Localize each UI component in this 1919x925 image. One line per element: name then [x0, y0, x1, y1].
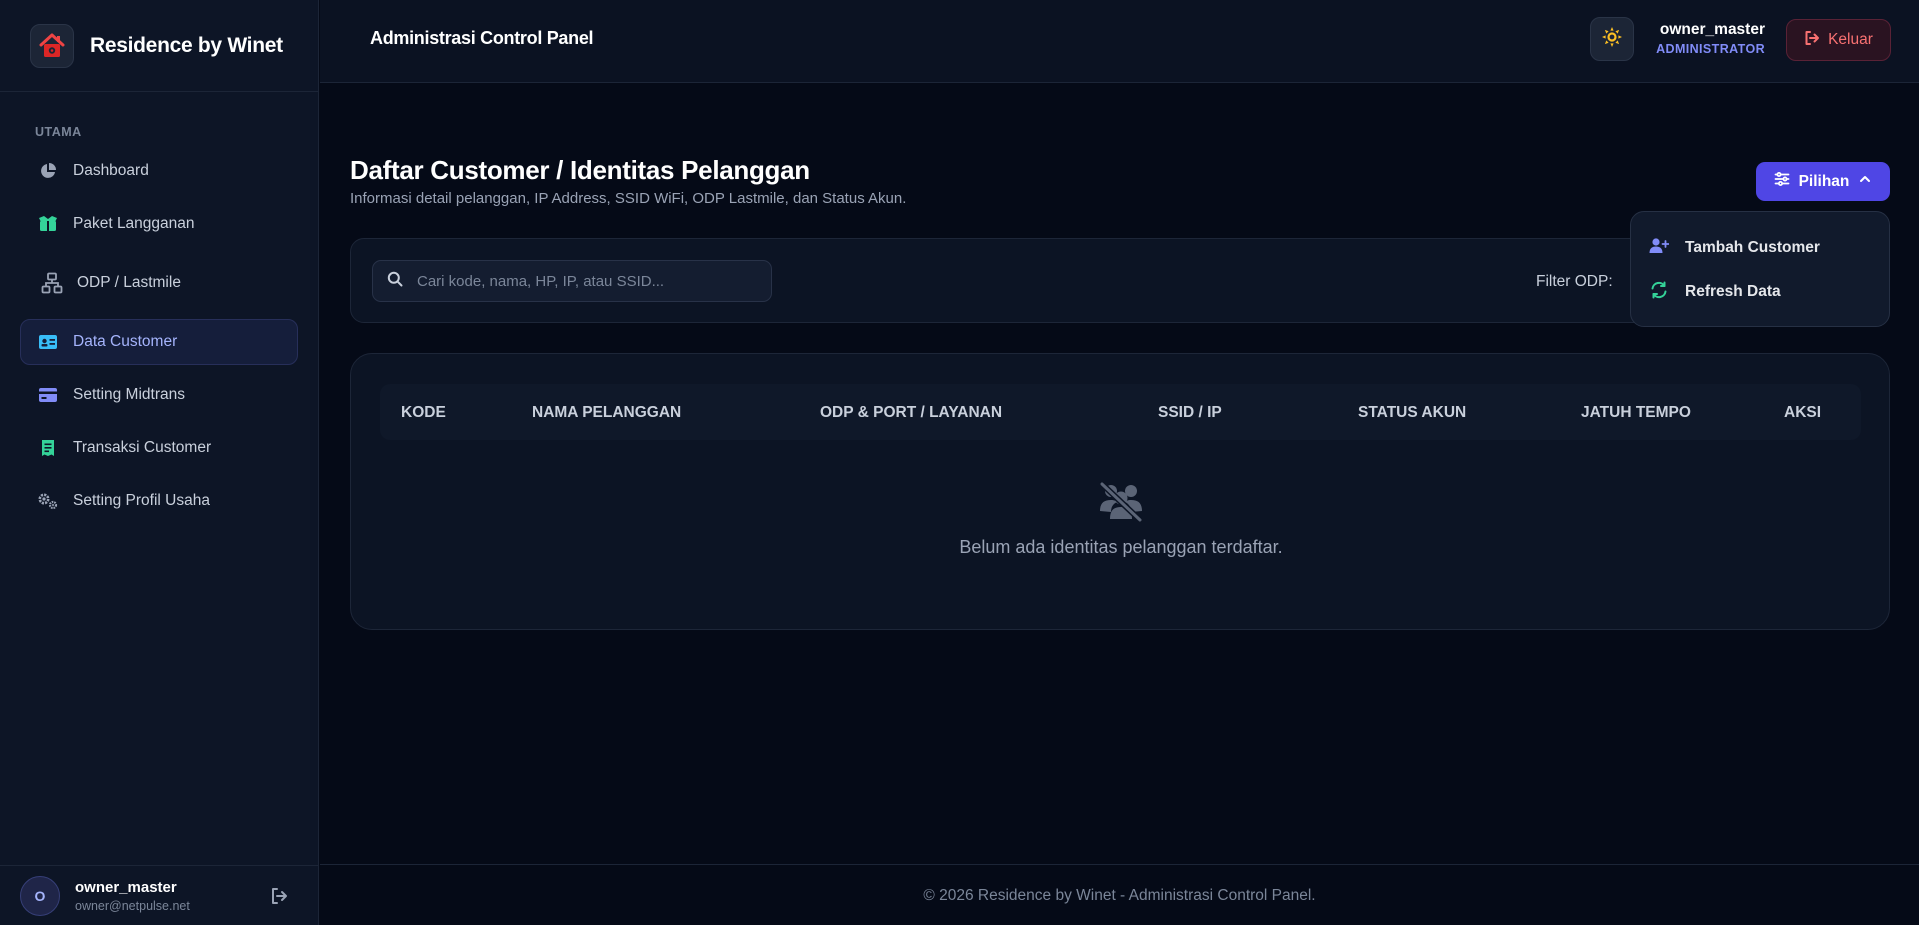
add-customer-label: Tambah Customer — [1685, 239, 1820, 256]
options-button[interactable]: Pilihan — [1756, 162, 1890, 201]
topbar: Administrasi Control Panel owner_master … — [320, 0, 1919, 83]
sidebar-item-data-customer[interactable]: Data Customer — [20, 319, 298, 365]
user-plus-icon — [1649, 237, 1670, 260]
column-header-nama-pelanggan[interactable]: NAMA PELANGGAN — [532, 404, 681, 422]
network-icon — [41, 272, 63, 294]
options-label: Pilihan — [1798, 172, 1850, 190]
refresh-data-label: Refresh Data — [1685, 283, 1781, 300]
column-header-odp-port[interactable]: ODP & PORT / LAYANAN — [820, 404, 1002, 422]
sun-icon — [1601, 26, 1623, 53]
logout-icon[interactable] — [269, 886, 291, 908]
search-box[interactable] — [372, 260, 772, 302]
sidebar-item-dashboard[interactable]: Dashboard — [20, 148, 298, 194]
receipt-icon — [37, 437, 59, 459]
sidebar-item-transaksi-customer[interactable]: Transaksi Customer — [20, 425, 298, 471]
credit-card-icon — [37, 384, 59, 406]
id-card-icon — [37, 331, 59, 353]
copyright-text: © 2026 Residence by Winet - Administrasi… — [923, 887, 1316, 904]
gears-icon — [37, 490, 59, 512]
column-header-kode[interactable]: KODE — [401, 404, 446, 422]
customer-table-card: KODE NAMA PELANGGAN ODP & PORT / LAYANAN… — [350, 353, 1890, 630]
topbar-user-role: ADMINISTRATOR — [1656, 42, 1765, 56]
empty-state-message: Belum ada identitas pelanggan terdaftar. — [959, 537, 1283, 557]
sidebar-user-panel: O owner_master owner@netpulse.net — [0, 865, 319, 925]
add-customer-menu-item[interactable]: Tambah Customer — [1649, 226, 1871, 270]
filter-odp-label: Filter ODP: — [1536, 273, 1613, 290]
users-slash-icon — [1096, 481, 1146, 528]
sidebar-item-odp-lastmile[interactable]: ODP / Lastmile — [20, 254, 298, 312]
brand-name: Residence by Winet — [90, 33, 283, 57]
home-logo-icon — [30, 23, 74, 68]
search-icon — [387, 271, 403, 292]
avatar[interactable]: O — [20, 875, 60, 916]
sliders-icon — [1774, 171, 1790, 192]
column-header-status-akun[interactable]: STATUS AKUN — [1358, 404, 1466, 422]
theme-toggle-button[interactable] — [1590, 17, 1634, 61]
page-title: Daftar Customer / Identitas Pelanggan — [350, 155, 810, 185]
page-subtitle: Informasi detail pelanggan, IP Address, … — [350, 190, 907, 207]
box-icon — [37, 213, 59, 235]
topbar-user: owner_master ADMINISTRATOR — [1656, 21, 1765, 56]
refresh-icon — [1649, 281, 1669, 304]
sidebar-item-setting-profil-usaha[interactable]: Setting Profil Usaha — [20, 478, 298, 524]
chevron-up-icon — [1858, 172, 1872, 191]
search-input[interactable] — [417, 272, 757, 290]
column-header-aksi[interactable]: AKSI — [1784, 404, 1821, 422]
sidebar-item-paket-langganan[interactable]: Paket Langganan — [20, 201, 298, 247]
topbar-title: Administrasi Control Panel — [370, 28, 594, 48]
sidebar-item-label: Setting Profil Usaha — [73, 492, 210, 509]
sidebar-item-label: ODP / Lastmile — [77, 274, 181, 291]
sidebar-user-name: owner_master — [75, 878, 177, 896]
sidebar-item-label: Transaksi Customer — [73, 439, 212, 456]
brand[interactable]: Residence by Winet — [0, 0, 318, 92]
column-header-jatuh-tempo[interactable]: JATUH TEMPO — [1581, 404, 1691, 422]
table-header: KODE NAMA PELANGGAN ODP & PORT / LAYANAN… — [380, 384, 1861, 440]
sidebar-item-setting-midtrans[interactable]: Setting Midtrans — [20, 372, 298, 418]
sidebar-nav: Dashboard Paket Langganan ODP / Lastmile… — [20, 148, 298, 531]
sidebar-user-email: owner@netpulse.net — [75, 898, 190, 913]
page-footer: © 2026 Residence by Winet - Administrasi… — [320, 864, 1919, 925]
refresh-data-menu-item[interactable]: Refresh Data — [1649, 270, 1871, 314]
options-dropdown: Tambah Customer Refresh Data — [1630, 211, 1890, 327]
sidebar-item-label: Setting Midtrans — [73, 386, 185, 403]
sidebar-item-label: Paket Langganan — [73, 215, 195, 232]
nav-section-label: UTAMA — [35, 125, 82, 139]
sidebar-user-info: owner_master owner@netpulse.net — [75, 879, 190, 913]
logout-label: Keluar — [1828, 31, 1873, 48]
pie-chart-icon — [37, 160, 59, 182]
sidebar-item-label: Data Customer — [73, 333, 178, 350]
sidebar: Residence by Winet UTAMA Dashboard Paket… — [0, 0, 319, 925]
topbar-user-name: owner_master — [1659, 21, 1765, 38]
logout-button[interactable]: Keluar — [1786, 19, 1891, 61]
sidebar-item-label: Dashboard — [73, 162, 149, 179]
column-header-ssid-ip[interactable]: SSID / IP — [1158, 404, 1222, 422]
sign-out-icon — [1804, 30, 1820, 51]
